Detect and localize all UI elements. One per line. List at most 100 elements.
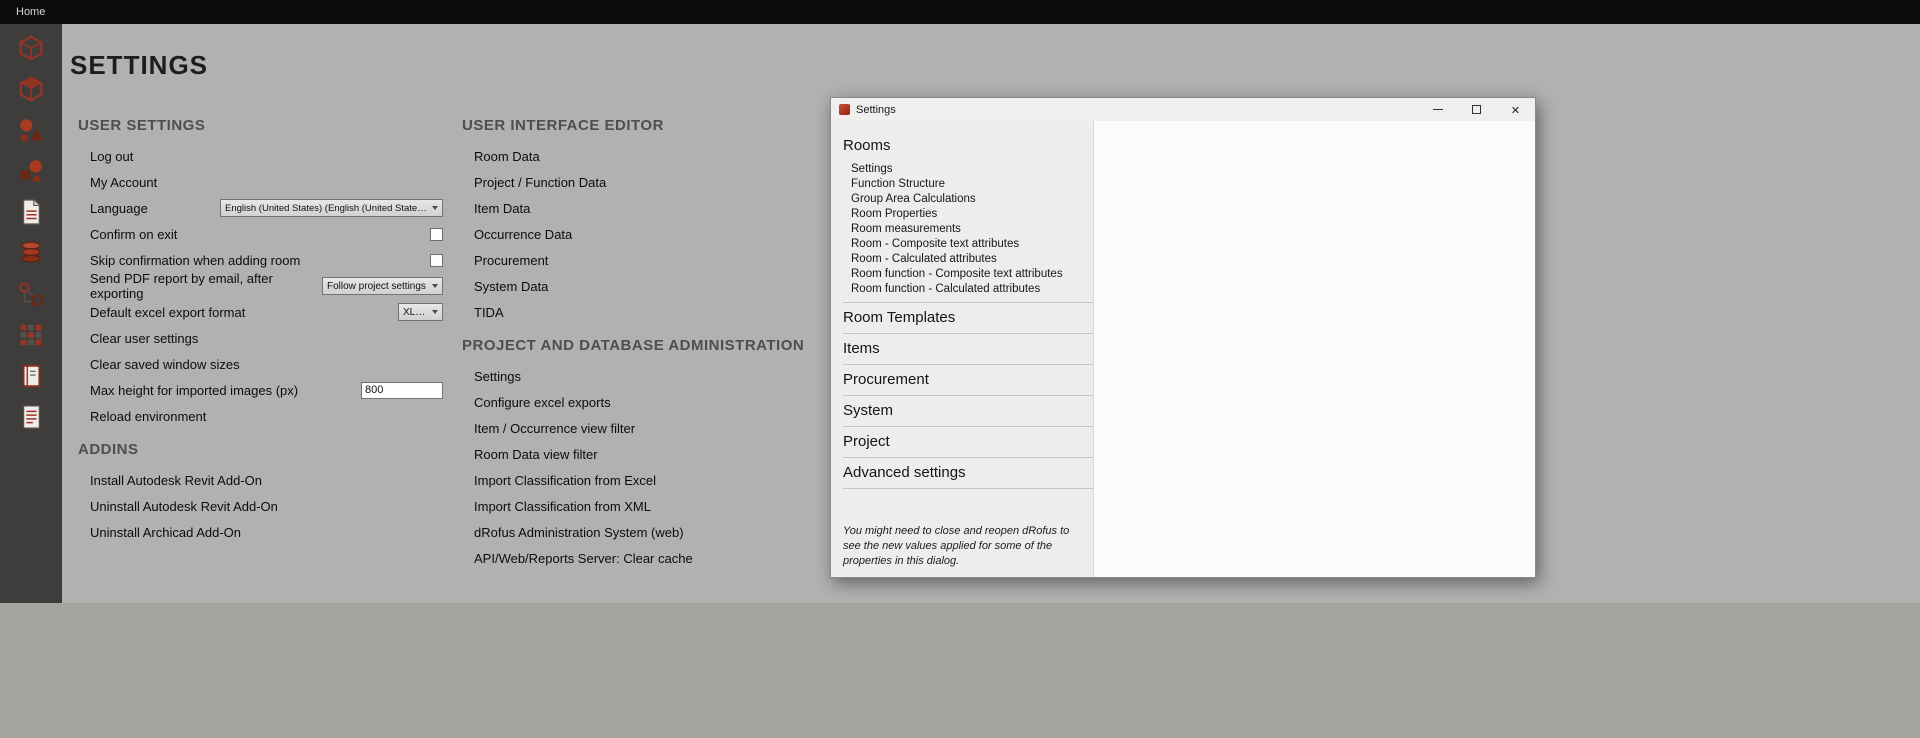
log-out-link[interactable]: Log out (90, 149, 133, 164)
nav-item-group-area-calculations[interactable]: Group Area Calculations (843, 191, 1078, 206)
occurrence-data-link[interactable]: Occurrence Data (474, 227, 572, 242)
language-select[interactable]: English (United States) (English (United… (220, 199, 443, 217)
excel-format-label: Default excel export format (90, 305, 245, 320)
row-import-classification-xml: Import Classification from XML (462, 493, 892, 519)
nav-item-function-structure[interactable]: Function Structure (843, 176, 1078, 191)
dialog-nav: Rooms Settings Function Structure Group … (831, 121, 1094, 577)
row-excel-format: Default excel export format XLSX (78, 299, 443, 325)
confirm-on-exit-label: Confirm on exit (90, 227, 177, 242)
project-admin-header: PROJECT AND DATABASE ADMINISTRATION (462, 337, 892, 354)
uninstall-archicad-addon-link[interactable]: Uninstall Archicad Add-On (90, 525, 241, 540)
section-rooms: Rooms Settings Function Structure Group … (843, 131, 1093, 303)
dialog-note: You might need to close and reopen dRofu… (843, 524, 1075, 569)
max-image-height-label: Max height for imported images (px) (90, 383, 298, 398)
row-project-function-data: Project / Function Data (462, 169, 892, 195)
row-drofus-admin-system: dRofus Administration System (web) (462, 519, 892, 545)
row-item-occurrence-view-filter: Item / Occurrence view filter (462, 415, 892, 441)
send-pdf-select[interactable]: Follow project settings (322, 277, 443, 295)
row-confirm-on-exit: Confirm on exit (78, 221, 443, 247)
document-icon[interactable] (14, 197, 48, 227)
nav-item-room-properties[interactable]: Room Properties (843, 206, 1078, 221)
nav-item-room-function-calculated-attributes[interactable]: Room function - Calculated attributes (843, 281, 1078, 296)
chevron-down-icon (432, 310, 438, 314)
excel-format-select-value: XLSX (403, 307, 427, 318)
minimize-button[interactable] (1418, 98, 1457, 121)
accordion-items[interactable]: Items (843, 334, 1078, 364)
top-bar: Home (0, 0, 1920, 24)
row-import-classification-excel: Import Classification from Excel (462, 467, 892, 493)
item-occurrence-view-filter-link[interactable]: Item / Occurrence view filter (474, 421, 635, 436)
home-tab[interactable]: Home (16, 6, 45, 18)
accordion-room-templates[interactable]: Room Templates (843, 303, 1078, 333)
row-language: Language English (United States) (Englis… (78, 195, 443, 221)
row-install-revit: Install Autodesk Revit Add-On (78, 467, 443, 493)
section-items: Items (843, 334, 1093, 365)
nav-item-room-composite-text-attributes[interactable]: Room - Composite text attributes (843, 236, 1078, 251)
chevron-down-icon (432, 284, 438, 288)
row-clear-cache: API/Web/Reports Server: Clear cache (462, 545, 892, 571)
procurement-link[interactable]: Procurement (474, 253, 548, 268)
confirm-on-exit-checkbox[interactable] (430, 228, 443, 241)
system-data-link[interactable]: System Data (474, 279, 548, 294)
shapes-icon[interactable] (14, 115, 48, 145)
excel-format-select[interactable]: XLSX (398, 303, 443, 321)
book-icon[interactable] (14, 361, 48, 391)
accordion-advanced-settings[interactable]: Advanced settings (843, 458, 1078, 488)
section-procurement: Procurement (843, 365, 1093, 396)
page-title: SETTINGS (70, 50, 1920, 81)
row-room-data-view-filter: Room Data view filter (462, 441, 892, 467)
drofus-app-icon (839, 104, 850, 115)
report-icon[interactable] (14, 402, 48, 432)
accordion-project[interactable]: Project (843, 427, 1078, 457)
row-clear-window-sizes: Clear saved window sizes (78, 351, 443, 377)
configure-excel-exports-link[interactable]: Configure excel exports (474, 395, 611, 410)
row-max-image-height: Max height for imported images (px) (78, 377, 443, 403)
row-log-out: Log out (78, 143, 443, 169)
user-settings-header: USER SETTINGS (78, 117, 443, 134)
box-3d-icon[interactable] (14, 33, 48, 63)
admin-settings-link[interactable]: Settings (474, 369, 521, 384)
accordion-system[interactable]: System (843, 396, 1078, 426)
my-account-link[interactable]: My Account (90, 175, 157, 190)
language-select-value: English (United States) (English (United… (225, 203, 427, 214)
clear-user-settings-link[interactable]: Clear user settings (90, 331, 198, 346)
nav-item-rooms-settings[interactable]: Settings (843, 161, 1078, 176)
reload-environment-link[interactable]: Reload environment (90, 409, 206, 424)
row-item-data: Item Data (462, 195, 892, 221)
workflow-icon[interactable] (14, 279, 48, 309)
dialog-title-bar[interactable]: Settings (831, 98, 1535, 121)
clear-window-sizes-link[interactable]: Clear saved window sizes (90, 357, 240, 372)
box-3d-alt-icon[interactable] (14, 74, 48, 104)
api-clear-cache-link[interactable]: API/Web/Reports Server: Clear cache (474, 551, 693, 566)
nav-item-room-calculated-attributes[interactable]: Room - Calculated attributes (843, 251, 1078, 266)
nav-item-room-measurements[interactable]: Room measurements (843, 221, 1078, 236)
ui-editor-header: USER INTERFACE EDITOR (462, 117, 892, 134)
section-project: Project (843, 427, 1093, 458)
room-data-link[interactable]: Room Data (474, 149, 540, 164)
drofus-admin-system-link[interactable]: dRofus Administration System (web) (474, 525, 684, 540)
tida-link[interactable]: TIDA (474, 305, 504, 320)
project-function-data-link[interactable]: Project / Function Data (474, 175, 606, 190)
install-revit-addon-link[interactable]: Install Autodesk Revit Add-On (90, 473, 262, 488)
max-image-height-input[interactable] (361, 382, 443, 399)
row-uninstall-archicad: Uninstall Archicad Add-On (78, 519, 443, 545)
maximize-button[interactable] (1457, 98, 1496, 121)
row-uninstall-revit: Uninstall Autodesk Revit Add-On (78, 493, 443, 519)
row-skip-confirmation: Skip confirmation when adding room (78, 247, 443, 273)
coins-stack-icon[interactable] (14, 238, 48, 268)
section-system: System (843, 396, 1093, 427)
building-grid-icon[interactable] (14, 320, 48, 350)
language-label: Language (90, 201, 148, 216)
shapes-alt-icon[interactable] (14, 156, 48, 186)
close-button[interactable] (1496, 98, 1535, 121)
accordion-rooms[interactable]: Rooms (843, 131, 1078, 161)
uninstall-revit-addon-link[interactable]: Uninstall Autodesk Revit Add-On (90, 499, 278, 514)
skip-confirmation-checkbox[interactable] (430, 254, 443, 267)
import-classification-excel-link[interactable]: Import Classification from Excel (474, 473, 656, 488)
room-data-view-filter-link[interactable]: Room Data view filter (474, 447, 598, 462)
nav-item-room-function-composite-text-attributes[interactable]: Room function - Composite text attribute… (843, 266, 1078, 281)
row-admin-settings: Settings (462, 363, 892, 389)
item-data-link[interactable]: Item Data (474, 201, 530, 216)
import-classification-xml-link[interactable]: Import Classification from XML (474, 499, 651, 514)
accordion-procurement[interactable]: Procurement (843, 365, 1078, 395)
